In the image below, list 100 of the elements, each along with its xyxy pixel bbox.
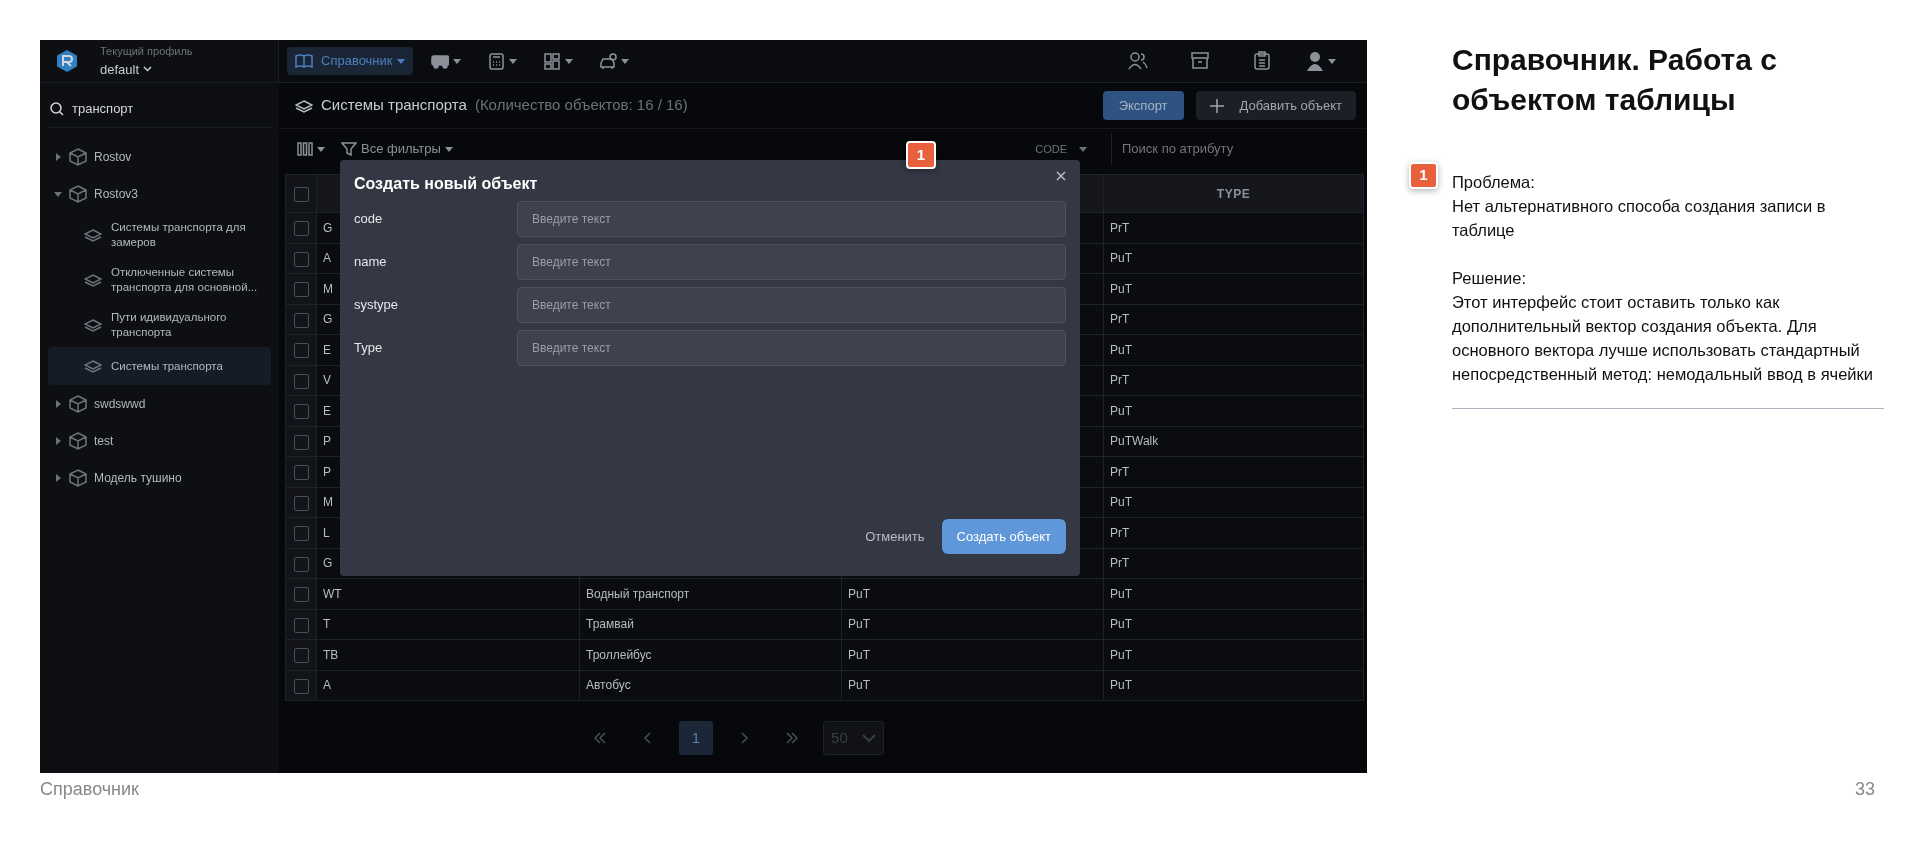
checkbox[interactable]: [293, 343, 309, 359]
table-cell: PuT: [848, 617, 870, 632]
checkbox[interactable]: [293, 495, 309, 511]
checkbox[interactable]: [293, 251, 309, 267]
caret-icon: [1079, 146, 1087, 152]
text-field[interactable]: Введите текст: [517, 244, 1066, 281]
table-cell: PuT: [1110, 281, 1132, 296]
tree-item[interactable]: test: [48, 422, 271, 459]
table-cell: PrT: [1110, 525, 1130, 540]
checkbox[interactable]: [293, 465, 309, 481]
table-cell: A: [323, 678, 331, 693]
table-cell: V: [323, 373, 331, 388]
table-cell: Трамвай: [586, 617, 634, 632]
tree-item[interactable]: Отключенные системы транспорта для основной...: [48, 257, 271, 302]
caret-icon: [444, 146, 453, 152]
checkbox[interactable]: [293, 678, 309, 694]
text-field[interactable]: Введите текст: [517, 201, 1066, 238]
logo-icon: [56, 49, 78, 73]
last-page-icon[interactable]: [785, 732, 799, 744]
columns-button[interactable]: [297, 141, 325, 157]
archive-icon[interactable]: [1190, 51, 1210, 71]
tree-item[interactable]: Системы транспорта для замеров: [48, 212, 271, 257]
checkbox[interactable]: [293, 404, 309, 420]
directory-menu-button[interactable]: Справочник: [287, 47, 413, 75]
problem-text: Нет альтернативного способа создания записи в таблице: [1452, 196, 1827, 241]
plus-icon: [1209, 98, 1224, 113]
tree-item[interactable]: Пути идивидуального транспорта: [48, 302, 271, 347]
bus-icon: [430, 52, 449, 70]
cancel-button[interactable]: Отменить: [864, 525, 926, 547]
table-cell: WT: [323, 586, 342, 601]
table-cell: PrT: [1110, 373, 1130, 388]
tree-item[interactable]: Системы транспорта: [48, 347, 271, 385]
checkbox[interactable]: [293, 373, 309, 389]
table-cell: PuT: [848, 678, 870, 693]
table-cell: G: [323, 312, 333, 327]
slide-title: Справочник. Работа с объектом таблицы: [1452, 42, 1778, 118]
field-label: code: [354, 210, 384, 229]
checkbox[interactable]: [293, 617, 309, 633]
checkbox[interactable]: [293, 221, 309, 237]
cube-icon: [69, 431, 87, 450]
layers-icon: [84, 272, 102, 287]
cube-icon: [69, 147, 87, 166]
page-button[interactable]: 1: [679, 721, 713, 755]
field-label: name: [354, 253, 388, 272]
problem-label: Проблема:: [1452, 172, 1536, 193]
caret-icon: [317, 146, 325, 152]
tree-item[interactable]: Rostov3: [48, 175, 271, 212]
field-label: Type: [354, 339, 384, 358]
caret-icon: [564, 58, 573, 64]
caret-right-icon: [54, 473, 62, 482]
field-label: systype: [354, 296, 400, 315]
export-button[interactable]: Экспорт: [1102, 90, 1184, 121]
cube-icon: [69, 394, 87, 413]
attribute-search-field[interactable]: Поиск по атрибуту: [1111, 133, 1356, 165]
first-page-icon[interactable]: [593, 732, 607, 744]
checkbox[interactable]: [293, 648, 309, 664]
text-field[interactable]: Введите текст: [517, 330, 1066, 367]
table-cell: PrT: [1110, 220, 1130, 235]
search-field[interactable]: транспорт: [48, 91, 271, 128]
text-field[interactable]: Введите текст: [517, 287, 1066, 324]
modal-title: Создать новый объект: [354, 174, 538, 194]
users-icon[interactable]: [1128, 51, 1148, 71]
page-number: 33: [1855, 778, 1876, 801]
table-cell: PuTWalk: [1110, 434, 1159, 449]
table-cell: Троллейбус: [586, 647, 652, 662]
profile-dropdown[interactable]: default: [100, 59, 193, 79]
car-icon: [598, 52, 617, 70]
filter-icon: [341, 141, 357, 157]
caret-icon: [620, 58, 629, 64]
table-cell: G: [323, 556, 333, 571]
close-icon[interactable]: [1056, 171, 1066, 181]
solution-label: Решение:: [1452, 268, 1527, 289]
layers-icon: [295, 98, 313, 113]
checkbox[interactable]: [293, 587, 309, 603]
chevron-icon: [861, 734, 876, 742]
columns-icon: [297, 141, 313, 157]
table-cell: PuT: [848, 586, 870, 601]
checkbox[interactable]: [293, 556, 309, 572]
table-cell: P: [323, 434, 331, 449]
checkbox[interactable]: [293, 312, 309, 328]
caret-right-icon: [54, 152, 62, 161]
checkbox[interactable]: [293, 282, 309, 298]
checkbox[interactable]: [293, 186, 309, 202]
add-object-button[interactable]: Добавить объект: [1195, 90, 1356, 121]
marker-badge: 1: [1409, 162, 1438, 189]
table-cell: PuT: [1110, 678, 1132, 693]
table-cell: PuT: [1110, 617, 1132, 632]
checkbox[interactable]: [293, 526, 309, 542]
object-count: (Количество объектов: 16 / 16): [474, 95, 688, 116]
table-cell: Автобус: [586, 678, 631, 693]
tree-item[interactable]: Модель тушино: [48, 459, 271, 496]
marker-badge: 1: [906, 141, 936, 169]
filter-button[interactable]: Все фильтры: [341, 139, 453, 159]
caret-icon: [452, 58, 461, 64]
attribute-dropdown[interactable]: CODE: [1027, 136, 1095, 162]
tree-item[interactable]: swdswwd: [48, 385, 271, 422]
tree-item[interactable]: Rostov: [48, 138, 271, 175]
checkbox[interactable]: [293, 434, 309, 450]
clipboard-icon[interactable]: [1252, 51, 1272, 71]
table-cell: PrT: [1110, 556, 1130, 571]
